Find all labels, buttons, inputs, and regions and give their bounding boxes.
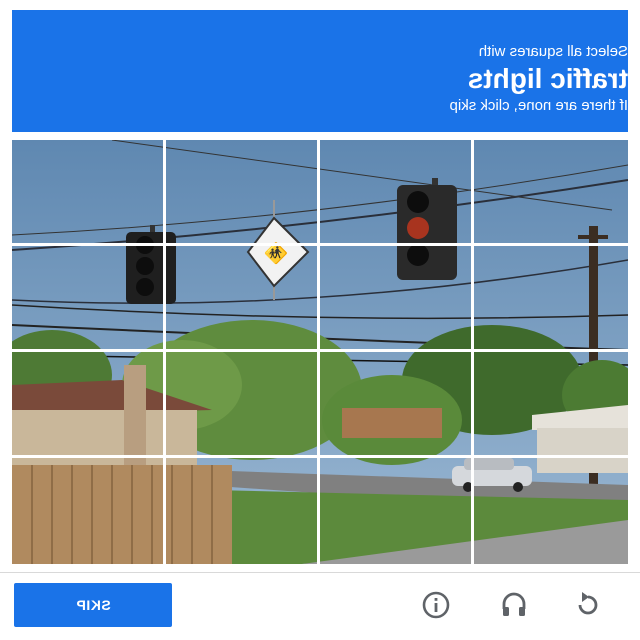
reload-icon bbox=[578, 592, 598, 615]
grid-tile[interactable] bbox=[474, 246, 628, 352]
header-mirrored-text: Select all squares with traffic lights I… bbox=[12, 10, 628, 132]
instruction-text: Select all squares with bbox=[478, 43, 628, 60]
grid-tile[interactable] bbox=[12, 458, 166, 564]
grid-tile[interactable] bbox=[166, 246, 320, 352]
grid-tile[interactable] bbox=[474, 458, 628, 564]
image-grid: 🚸 bbox=[12, 140, 628, 564]
hint-text: If there are none, click skip bbox=[449, 97, 628, 114]
target-object-text: traffic lights bbox=[467, 63, 628, 94]
footer-divider bbox=[0, 572, 640, 573]
grid-tile[interactable] bbox=[12, 246, 166, 352]
grid-tile[interactable] bbox=[166, 140, 320, 246]
skip-button[interactable]: SKIP bbox=[14, 583, 172, 627]
audio-button[interactable] bbox=[496, 587, 532, 623]
grid-tile[interactable] bbox=[474, 352, 628, 458]
grid-tile[interactable] bbox=[12, 140, 166, 246]
info-button[interactable] bbox=[418, 587, 454, 623]
recaptcha-challenge: Select all squares with traffic lights I… bbox=[0, 0, 640, 640]
audio-icon bbox=[502, 592, 526, 616]
grid-tile[interactable] bbox=[166, 458, 320, 564]
grid-tile[interactable] bbox=[12, 352, 166, 458]
info-icon bbox=[422, 591, 450, 619]
grid-tile[interactable] bbox=[166, 352, 320, 458]
reload-button[interactable] bbox=[570, 587, 606, 623]
grid-tile[interactable] bbox=[320, 140, 474, 246]
grid-tile[interactable] bbox=[320, 352, 474, 458]
tile-grid bbox=[12, 140, 628, 564]
grid-tile[interactable] bbox=[474, 140, 628, 246]
grid-tile[interactable] bbox=[320, 246, 474, 352]
grid-tile[interactable] bbox=[320, 458, 474, 564]
challenge-header: Select all squares with traffic lights I… bbox=[12, 10, 628, 132]
skip-button-label: SKIP bbox=[75, 597, 111, 613]
